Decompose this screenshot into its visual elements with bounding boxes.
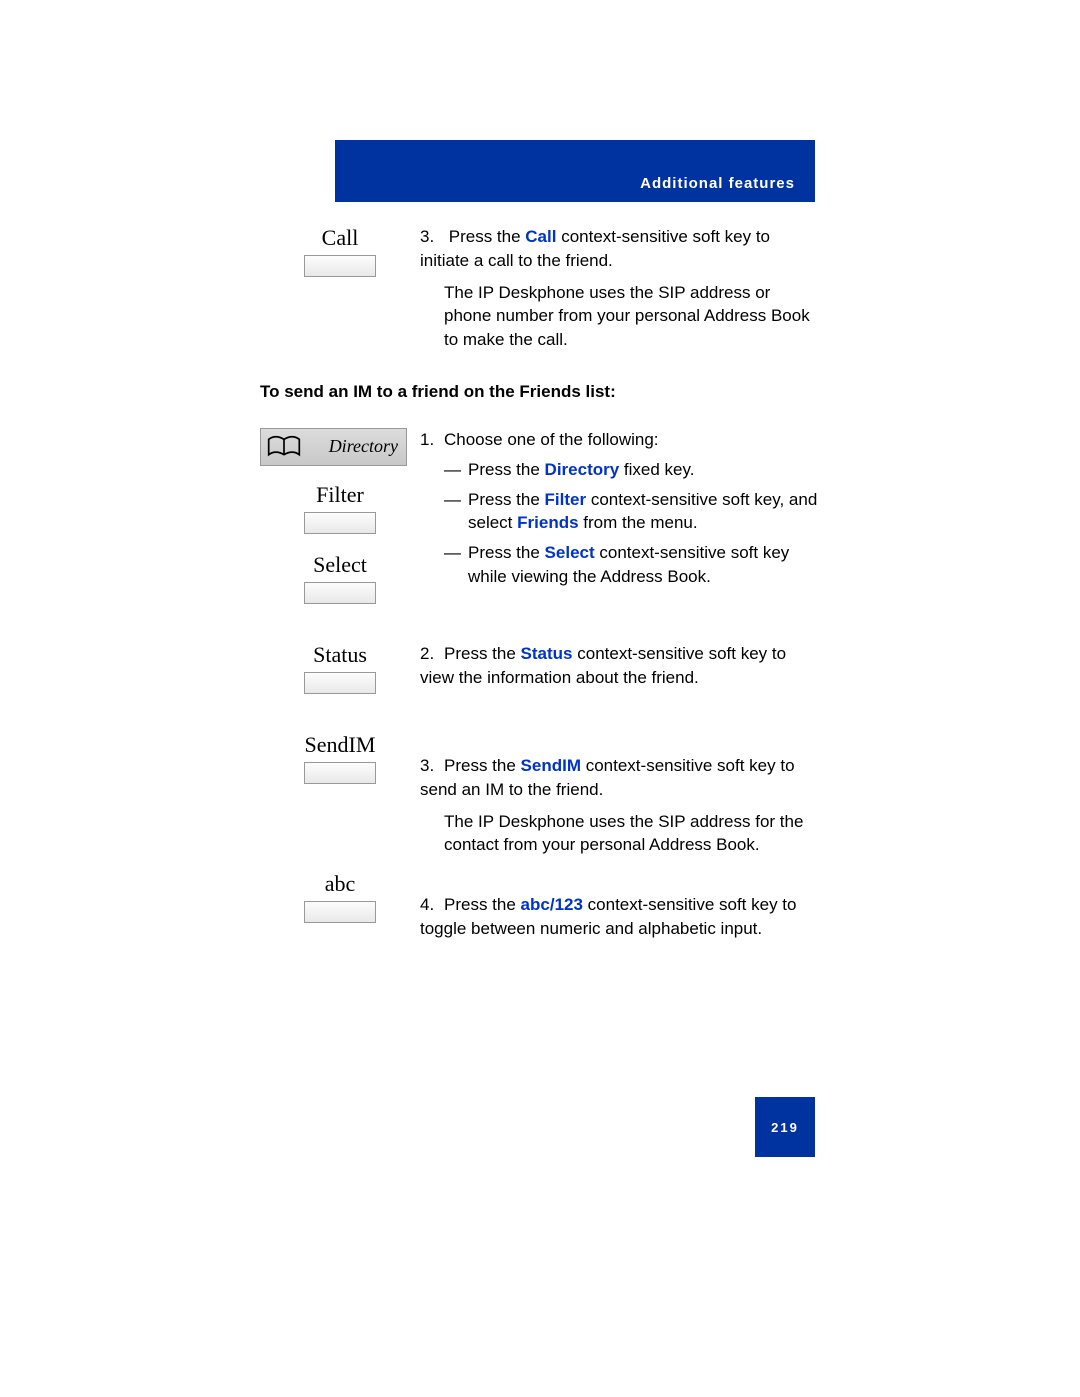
step1-dash2: Press the Filter context-sensitive soft …	[444, 488, 820, 536]
step2-key-col: Status	[260, 642, 420, 712]
step2-row: Status 2.Press the Status context-sensit…	[260, 642, 820, 712]
step3-row: SendIM 3.Press the SendIM context-sensit…	[260, 732, 820, 857]
step1-dash3: Press the Select context-sensitive soft …	[444, 541, 820, 589]
step3-num: 3.	[420, 754, 444, 778]
step3-key-col: SendIM	[260, 732, 420, 802]
header-title: Additional features	[640, 175, 795, 192]
filter-soft-key	[304, 512, 376, 534]
call-step-row: Call 3. Press the Call context-sensitive…	[260, 225, 820, 352]
step1-d2-c: from the menu.	[579, 513, 698, 532]
step4-a: Press the	[444, 895, 521, 914]
step1-dash1: Press the Directory fixed key.	[444, 458, 820, 482]
directory-key-label: Directory	[309, 436, 406, 457]
call-step-para2: The IP Deskphone uses the SIP address or…	[420, 281, 820, 352]
step1-d2-link2: Friends	[517, 513, 578, 532]
step1-d3-a: Press the	[468, 543, 545, 562]
step4-key-col: abc	[260, 871, 420, 941]
status-key-label: Status	[260, 642, 420, 668]
step1-d2-link: Filter	[545, 490, 587, 509]
call-link: Call	[525, 227, 556, 246]
status-soft-key	[304, 672, 376, 694]
section-heading: To send an IM to a friend on the Friends…	[260, 382, 820, 402]
step3-para2: The IP Deskphone uses the SIP address fo…	[420, 810, 820, 858]
directory-fixed-key: Directory	[260, 428, 407, 466]
step1-d3-link: Select	[545, 543, 595, 562]
step1-d1-link: Directory	[545, 460, 620, 479]
step4-link: abc/123	[521, 895, 583, 914]
step3-a: Press the	[444, 756, 521, 775]
content-area: Call 3. Press the Call context-sensitive…	[260, 225, 820, 953]
step1-row: Directory Filter Select 1.Choose one of …	[260, 428, 820, 622]
abc-soft-key	[304, 901, 376, 923]
document-page: Additional features Call 3. Press the Ca…	[0, 0, 1080, 1397]
step2-link: Status	[521, 644, 573, 663]
header-bar: Additional features	[335, 140, 815, 202]
call-key-label: Call	[260, 225, 420, 251]
step2-a: Press the	[444, 644, 521, 663]
step1-d1-a: Press the	[468, 460, 545, 479]
select-key-label: Select	[260, 552, 420, 578]
step4-num: 4.	[420, 893, 444, 917]
page-number: 219	[755, 1097, 815, 1157]
filter-key-label: Filter	[260, 482, 420, 508]
step1-key-col: Directory Filter Select	[260, 428, 420, 622]
step1-intro: Choose one of the following:	[444, 430, 659, 449]
sendim-soft-key	[304, 762, 376, 784]
step1-d1-b: fixed key.	[619, 460, 694, 479]
step3-link: SendIM	[521, 756, 581, 775]
step4-text: 4.Press the abc/123 context-sensitive so…	[420, 871, 820, 941]
call-step-text: 3. Press the Call context-sensitive soft…	[420, 225, 820, 352]
step1-text: 1.Choose one of the following: Press the…	[420, 428, 820, 589]
call-key-col: Call	[260, 225, 420, 295]
call-step-num: 3.	[420, 225, 444, 249]
select-soft-key	[304, 582, 376, 604]
step1-num: 1.	[420, 428, 444, 452]
sendim-key-label: SendIM	[260, 732, 420, 758]
step2-num: 2.	[420, 642, 444, 666]
step2-text: 2.Press the Status context-sensitive sof…	[420, 642, 820, 690]
step1-d2-a: Press the	[468, 490, 545, 509]
step3-text: 3.Press the SendIM context-sensitive sof…	[420, 732, 820, 857]
call-step-text-a: Press the	[449, 227, 526, 246]
abc-key-label: abc	[260, 871, 420, 897]
book-icon	[267, 434, 301, 460]
step4-row: abc 4.Press the abc/123 context-sensitiv…	[260, 871, 820, 941]
call-soft-key	[304, 255, 376, 277]
